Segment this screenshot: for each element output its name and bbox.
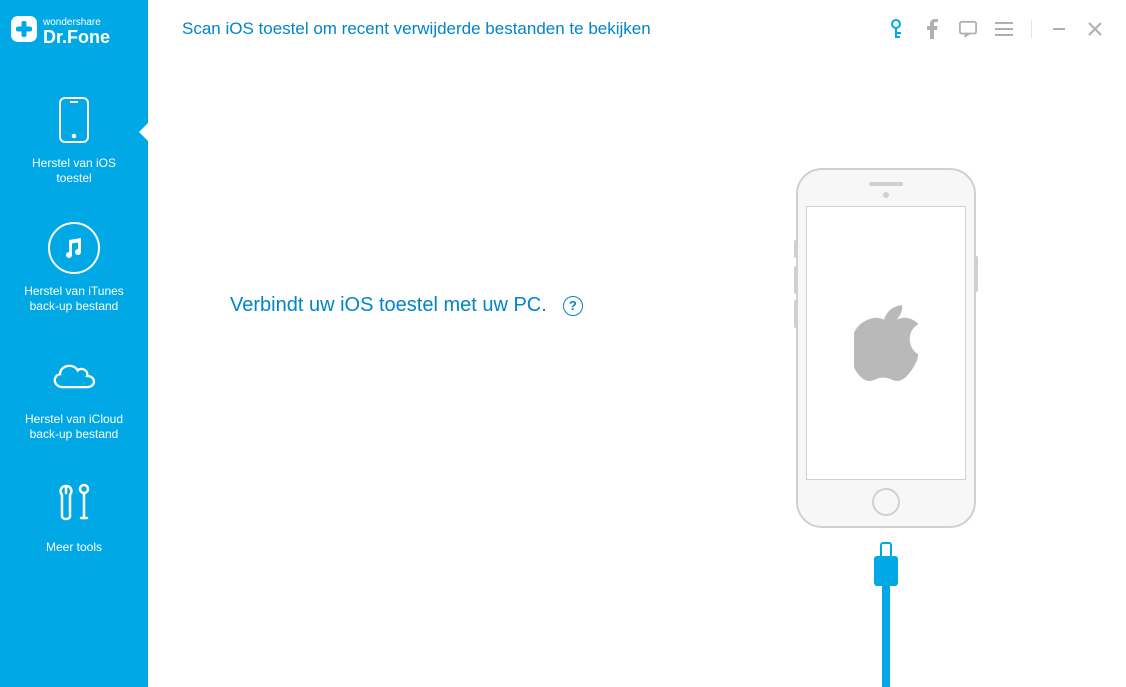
sidebar-item-label: Herstel van iCloud back-up bestand	[15, 412, 133, 442]
instruction-row: Verbindt uw iOS toestel met uw PC. ?	[230, 294, 583, 317]
instruction-text: Verbindt uw iOS toestel met uw PC.	[230, 294, 547, 317]
svg-text:Dr.Fone: Dr.Fone	[43, 27, 110, 47]
cloud-icon	[48, 350, 100, 402]
sidebar: Herstel van iOS toestel Herstel van iTun…	[0, 58, 148, 687]
titlebar-controls	[887, 20, 1126, 38]
menu-icon[interactable]	[995, 20, 1013, 38]
device-illustration	[796, 168, 976, 687]
help-icon[interactable]: ?	[563, 296, 583, 316]
tools-icon	[48, 478, 100, 530]
titlebar: wondershare Dr.Fone Scan iOS toestel om …	[0, 0, 1126, 58]
minimize-icon[interactable]	[1050, 20, 1068, 38]
help-glyph: ?	[569, 298, 577, 313]
sidebar-item-recover-icloud-backup[interactable]: Herstel van iCloud back-up bestand	[0, 350, 148, 442]
main-content: Verbindt uw iOS toestel met uw PC. ?	[148, 58, 1126, 687]
sidebar-item-recover-ios-device[interactable]: Herstel van iOS toestel	[0, 94, 148, 186]
sidebar-item-label: Herstel van iOS toestel	[22, 156, 126, 186]
key-icon[interactable]	[887, 20, 905, 38]
phone-icon	[48, 94, 100, 146]
titlebar-separator	[1031, 20, 1032, 38]
itunes-icon	[48, 222, 100, 274]
page-title: Scan iOS toestel om recent verwijderde b…	[182, 19, 651, 39]
lightning-cable-icon	[874, 542, 898, 687]
sidebar-item-label: Meer tools	[36, 540, 112, 555]
sidebar-item-recover-itunes-backup[interactable]: Herstel van iTunes back-up bestand	[0, 222, 148, 314]
apple-logo-icon	[854, 305, 918, 381]
facebook-icon[interactable]	[923, 20, 941, 38]
sidebar-item-label: Herstel van iTunes back-up bestand	[14, 284, 134, 314]
brand-logo: wondershare Dr.Fone	[0, 0, 148, 58]
feedback-icon[interactable]	[959, 20, 977, 38]
sidebar-item-more-tools[interactable]: Meer tools	[0, 478, 148, 555]
iphone-outline-icon	[796, 168, 976, 528]
drfone-logo-icon: wondershare Dr.Fone	[9, 10, 139, 48]
close-icon[interactable]	[1086, 20, 1104, 38]
